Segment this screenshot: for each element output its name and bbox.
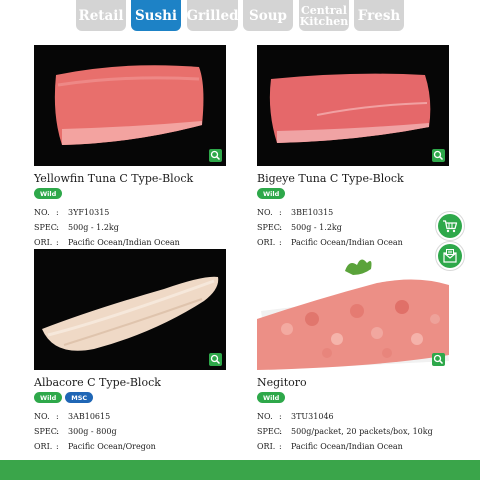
product-number: 3YF10315: [68, 208, 110, 217]
zoom-icon[interactable]: [209, 149, 222, 162]
product-origin: Pacific Ocean/Indian Ocean: [291, 238, 403, 247]
colon: :: [56, 223, 59, 232]
product-title[interactable]: Yellowfin Tuna C Type-Block: [34, 172, 193, 185]
footer-bar: [0, 460, 480, 480]
spec-label-no: NO.: [257, 412, 273, 421]
product-specs: NO.:3TU31046 SPEC.:500g/packet, 20 packe…: [257, 409, 480, 454]
badge-group: Wild: [257, 188, 286, 199]
mail-icon: [438, 244, 462, 268]
cart-icon: [438, 214, 462, 238]
msc-badge: MSC: [65, 392, 94, 403]
product-spec: 500g - 1.2kg: [68, 223, 119, 232]
product-specs: NO.:3YF10315 SPEC.:500g - 1.2kg ORI.: Pac…: [34, 205, 274, 250]
product-number: 3BE10315: [291, 208, 334, 217]
product-title[interactable]: Negitoro: [257, 376, 307, 389]
product-spec: 500g - 1.2kg: [291, 223, 342, 232]
wild-badge: Wild: [34, 188, 63, 199]
wild-badge: Wild: [257, 188, 286, 199]
zoom-icon[interactable]: [209, 353, 222, 366]
colon: :: [279, 208, 282, 217]
wild-badge: Wild: [257, 392, 286, 403]
product-origin: Pacific Ocean/Indian Ocean: [68, 238, 180, 247]
tab-central-kitchen-line2: Kitchen: [299, 14, 349, 28]
spec-label-ori: ORI.: [257, 238, 276, 247]
product-number: 3TU31046: [291, 412, 334, 421]
product-image-negitoro[interactable]: [257, 249, 449, 370]
product-title[interactable]: Albacore C Type-Block: [34, 376, 161, 389]
spec-label-ori: ORI.: [34, 442, 53, 451]
mail-button[interactable]: [435, 241, 465, 271]
spec-label-no: NO.: [34, 412, 50, 421]
product-spec: 300g - 800g: [68, 427, 117, 436]
colon: :: [56, 442, 59, 451]
spec-label-spec: SPEC.: [257, 223, 283, 232]
spec-label-ori: ORI.: [257, 442, 276, 451]
tab-central-kitchen-line1: Central: [301, 3, 347, 17]
colon: :: [279, 442, 282, 451]
product-title[interactable]: Bigeye Tuna C Type-Block: [257, 172, 404, 185]
zoom-icon[interactable]: [432, 149, 445, 162]
colon: :: [56, 208, 59, 217]
colon: :: [279, 223, 282, 232]
category-tabs: Retail Sushi Grilled Soup Central Kitche…: [0, 0, 480, 34]
spec-label-spec: SPEC.: [34, 223, 60, 232]
cart-button[interactable]: [435, 211, 465, 241]
colon: :: [56, 427, 59, 436]
product-image-bigeye[interactable]: [257, 45, 449, 166]
tab-grilled[interactable]: Grilled: [186, 0, 239, 31]
tab-sushi[interactable]: Sushi: [131, 0, 181, 31]
colon: :: [279, 412, 282, 421]
badge-group: Wild MSC: [34, 392, 94, 403]
spec-label-no: NO.: [34, 208, 50, 217]
product-spec: 500g/packet, 20 packets/box, 10kg: [291, 427, 433, 436]
spec-label-ori: ORI.: [34, 238, 53, 247]
spec-label-no: NO.: [257, 208, 273, 217]
badge-group: Wild: [34, 188, 63, 199]
product-origin: Pacific Ocean/Oregon: [68, 442, 156, 451]
product-origin: Pacific Ocean/Indian Ocean: [291, 442, 403, 451]
spec-label-spec: SPEC.: [257, 427, 283, 436]
colon: :: [56, 238, 59, 247]
tab-retail[interactable]: Retail: [76, 0, 126, 31]
colon: :: [279, 427, 282, 436]
product-specs: NO.:3AB10615 SPEC.:300g - 800g ORI.: Paci…: [34, 409, 274, 454]
wild-badge: Wild: [34, 392, 63, 403]
product-image-albacore[interactable]: [34, 249, 226, 370]
colon: :: [279, 238, 282, 247]
tab-central-kitchen[interactable]: Central Kitchen: [299, 0, 349, 31]
colon: :: [56, 412, 59, 421]
spec-label-spec: SPEC.: [34, 427, 60, 436]
tab-soup[interactable]: Soup: [243, 0, 293, 31]
product-number: 3AB10615: [68, 412, 111, 421]
zoom-icon[interactable]: [432, 353, 445, 366]
badge-group: Wild: [257, 392, 286, 403]
product-image-yellowfin[interactable]: [34, 45, 226, 166]
tab-fresh[interactable]: Fresh: [354, 0, 404, 31]
